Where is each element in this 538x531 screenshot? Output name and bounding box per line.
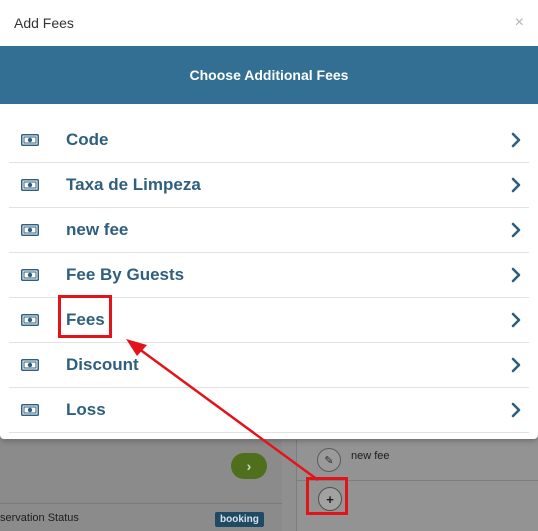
money-bill-icon [21,269,39,281]
money-bill-icon [21,179,39,191]
close-icon[interactable]: × [515,14,524,32]
next-arrow-button[interactable]: › [231,453,267,479]
status-badge: booking [215,512,264,527]
money-bill-icon [21,314,39,326]
fee-item-discount[interactable]: Discount [9,343,529,388]
modal-title: Add Fees [14,15,74,31]
reservation-status-label: servation Status [0,512,79,524]
choose-fees-banner: Choose Additional Fees [0,46,538,104]
modal-header: Add Fees × [0,0,538,46]
money-bill-icon [21,359,39,371]
divider [0,503,282,504]
chevron-right-icon [511,177,521,193]
fee-label: Discount [66,355,139,374]
fee-list: Code Taxa de Limpeza new fee Fee By Gues… [9,104,529,433]
fee-label: Code [66,130,109,149]
chevron-right-icon [511,312,521,328]
fee-label: Loss [66,400,106,419]
fee-item-taxa-de-limpeza[interactable]: Taxa de Limpeza [9,163,529,208]
fee-label: Taxa de Limpeza [66,175,201,194]
fee-item-loss[interactable]: Loss [9,388,529,433]
highlight-add-button [306,477,348,515]
highlight-fees-item [58,295,112,338]
edit-icon[interactable]: ✎ [317,448,341,472]
fee-item-new-fee[interactable]: new fee [9,208,529,253]
fee-label: new fee [66,220,129,239]
money-bill-icon [21,224,39,236]
fee-item-fee-by-guests[interactable]: Fee By Guests [9,253,529,298]
fee-label: Fee By Guests [66,265,185,284]
money-bill-icon [21,134,39,146]
chevron-right-icon [511,267,521,283]
fee-item-code[interactable]: Code [9,118,529,163]
chevron-right-icon [511,402,521,418]
chevron-right-icon [511,222,521,238]
banner-title: Choose Additional Fees [189,67,349,83]
chevron-right-icon [511,357,521,373]
fee-name: new fee [351,450,390,462]
add-fees-modal: Add Fees × Choose Additional Fees Code T… [0,0,538,439]
money-bill-icon [21,404,39,416]
chevron-right-icon [511,132,521,148]
